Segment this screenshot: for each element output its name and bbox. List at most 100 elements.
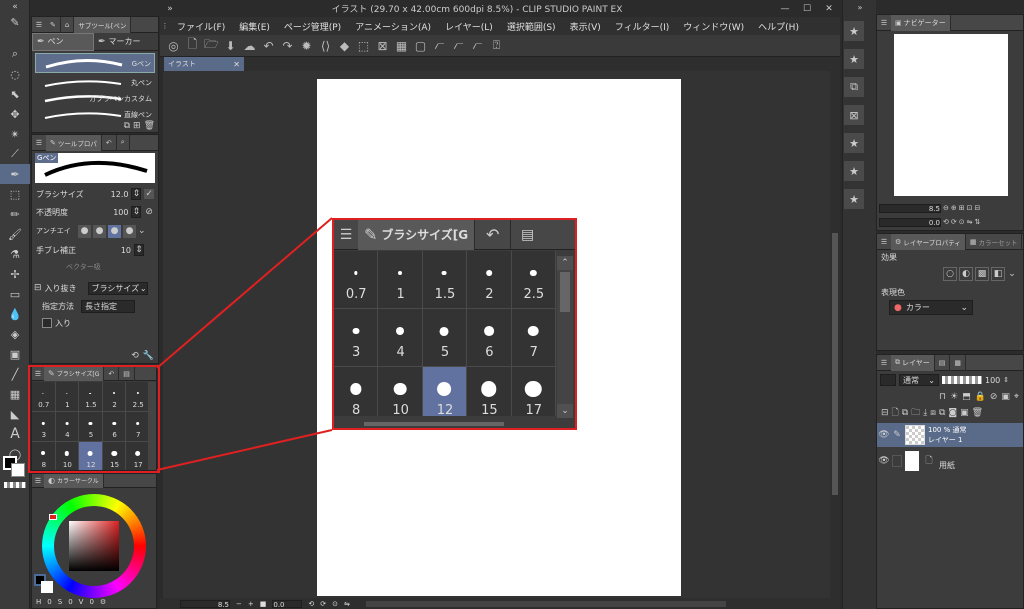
palette-icon[interactable]: ▤ <box>510 219 544 250</box>
menu-item-6[interactable]: 表示(V) <box>563 20 608 33</box>
brush-size-option[interactable]: 0.7 <box>32 382 56 412</box>
lock-alpha-icon[interactable]: ⊘ <box>990 392 998 402</box>
menu-item-2[interactable]: ページ管理(P) <box>277 20 348 33</box>
rotate-right-icon[interactable]: ⟳ <box>320 600 326 608</box>
apply-mask-icon[interactable]: ▣ <box>960 408 969 418</box>
pen-tool-icon[interactable]: ✒ <box>0 164 30 184</box>
snap-grid-icon[interactable]: ⦧ <box>469 37 486 54</box>
flip-h-icon[interactable]: ⇋ <box>967 218 973 226</box>
menu-icon[interactable]: ☰ <box>32 477 44 485</box>
zoom-in-icon[interactable]: ⊕ <box>951 204 957 212</box>
stabilization-value[interactable]: 10 <box>91 246 131 255</box>
menu-icon[interactable]: ☰ <box>334 227 358 243</box>
menu-icon[interactable]: ☰ <box>877 359 891 367</box>
operation-tool-icon[interactable]: ⬉ <box>0 84 30 104</box>
menu-item-8[interactable]: ウィンドウ(W) <box>676 20 751 33</box>
new-folder-icon[interactable]: 🗀 <box>911 405 920 421</box>
copy-icon[interactable]: ⧉ <box>124 121 130 131</box>
ruler-icon[interactable]: ◣ <box>0 404 30 424</box>
close-window-icon[interactable]: ✕ <box>818 4 840 14</box>
brush-size-option[interactable]: 2.5 <box>511 251 556 309</box>
brush-item-gpen[interactable]: Gペン <box>35 53 155 73</box>
scroll-thumb[interactable] <box>560 272 570 312</box>
brush-size-option[interactable]: 2 <box>467 251 512 309</box>
opacity-link-icon[interactable]: ⊘ <box>144 207 154 217</box>
brush-size-option[interactable]: 7 <box>126 412 150 442</box>
menu-item-9[interactable]: ヘルプ(H) <box>751 20 806 33</box>
material-icon[interactable]: ⧉ <box>843 76 865 98</box>
color-wheel[interactable] <box>42 494 146 598</box>
clear-icon[interactable]: ✹ <box>298 37 315 54</box>
decoration-icon[interactable]: ✢ <box>0 264 30 284</box>
snap-ruler-icon[interactable]: ⦧ <box>431 37 448 54</box>
rotate-left-icon[interactable]: ⟲ <box>308 600 314 608</box>
nav-zoom-value[interactable]: 8.5 <box>879 203 941 213</box>
aa-weak-icon[interactable]: ● <box>93 224 106 238</box>
new-vector-icon[interactable]: ⧉ <box>902 408 908 418</box>
brush-size-option[interactable]: 10 <box>378 367 423 416</box>
aa-mid-icon[interactable]: ● <box>108 224 121 238</box>
brush-size-option[interactable]: 3 <box>32 412 56 442</box>
fit-page-icon[interactable]: ⊟ <box>975 204 981 212</box>
brush-size-option[interactable]: 15 <box>467 367 512 416</box>
reset-rotate-icon[interactable]: ⊙ <box>959 218 965 226</box>
brush-size-option[interactable]: 1 <box>378 251 423 309</box>
blend-icon[interactable]: 💧 <box>0 304 30 324</box>
stepper-icon[interactable]: ⇕ <box>131 188 142 200</box>
menu-icon[interactable]: ☰ <box>32 21 46 29</box>
sub-color-chip[interactable] <box>41 581 53 593</box>
maximize-icon[interactable]: ☐ <box>796 4 818 14</box>
tab-tool-property[interactable]: ✎ ツールプロパ <box>46 134 102 151</box>
minimize-icon[interactable]: — <box>774 4 796 14</box>
cloud-icon[interactable]: ☁ <box>241 37 258 54</box>
brush-tool-icon[interactable]: ✎ <box>0 14 30 30</box>
tab-color-set[interactable]: ▦ カラーセット <box>966 233 1023 250</box>
spec-value[interactable]: 長さ指定 <box>81 299 135 313</box>
material-icon[interactable]: ★ <box>843 160 865 182</box>
brush-item-kabura[interactable]: カブラペンカスタム <box>35 91 155 107</box>
expression-color-select[interactable]: ● カラー ⌄ <box>889 300 973 315</box>
nav-angle-value[interactable]: 0.0 <box>879 217 941 227</box>
layer-mask-icon[interactable]: ◙ <box>948 408 957 418</box>
brush-size-option[interactable]: 10 <box>55 442 80 470</box>
menu-item-3[interactable]: アニメーション(A) <box>348 20 438 33</box>
companion-icon[interactable]: ⍰ <box>488 37 505 54</box>
navigator-preview[interactable] <box>894 34 1008 196</box>
saturation-value-square[interactable] <box>69 521 119 571</box>
menu-item-7[interactable]: フィルター(I) <box>608 20 677 33</box>
reference-icon[interactable]: ☀ <box>950 392 958 402</box>
blend-mode-select[interactable]: 通常 ⌄ <box>899 374 939 386</box>
collapse-icon[interactable]: ⊟ <box>34 283 42 293</box>
tab-palette[interactable]: ▤ <box>119 366 135 381</box>
menu-icon[interactable]: ☰ <box>32 139 46 147</box>
flip-v-icon[interactable]: ⇅ <box>975 218 981 226</box>
lock-icon[interactable]: 🔒 <box>975 392 986 402</box>
frame-icon[interactable]: ▦ <box>0 384 30 404</box>
delete-layer-icon[interactable]: 🗑 <box>972 408 983 418</box>
new-icon[interactable]: ⊞ <box>133 121 141 131</box>
reset-icon[interactable]: ⟲ <box>131 351 139 361</box>
ruler-link-icon[interactable]: ⌖ <box>1014 392 1019 402</box>
opacity-slider[interactable] <box>942 376 982 384</box>
collapse-icon[interactable]: » <box>843 0 877 14</box>
hue-marker[interactable] <box>49 514 57 520</box>
layer-options-icon[interactable]: ⊟ <box>881 408 889 418</box>
mask-icon[interactable]: ▣ <box>1001 392 1010 402</box>
aa-strong-icon[interactable]: ● <box>123 224 136 238</box>
scrollbar[interactable] <box>148 382 156 470</box>
material-icon[interactable]: ★ <box>843 20 865 42</box>
in-checkbox[interactable] <box>42 318 52 328</box>
tab-brush-size[interactable]: ✎ ブラシサイズ[G <box>44 366 105 381</box>
brush-size-option[interactable]: 17 <box>511 367 556 416</box>
rotate-left-icon[interactable]: ⟲ <box>943 218 949 226</box>
snap-special-icon[interactable]: ⦧ <box>450 37 467 54</box>
collapse-left-icon[interactable]: » <box>160 4 180 14</box>
status-angle[interactable]: 0.0 <box>272 599 303 609</box>
wrench-icon[interactable]: 🔧 <box>143 351 154 361</box>
tab-layer[interactable]: ⧉ レイヤー <box>891 354 935 371</box>
fit-icon[interactable]: ■ <box>260 600 267 608</box>
eye-icon[interactable]: 👁 <box>878 456 889 466</box>
flip-icon[interactable]: ⇋ <box>344 600 350 608</box>
redo-icon[interactable]: ↷ <box>279 37 296 54</box>
deselect-icon[interactable]: ⊠ <box>374 37 391 54</box>
